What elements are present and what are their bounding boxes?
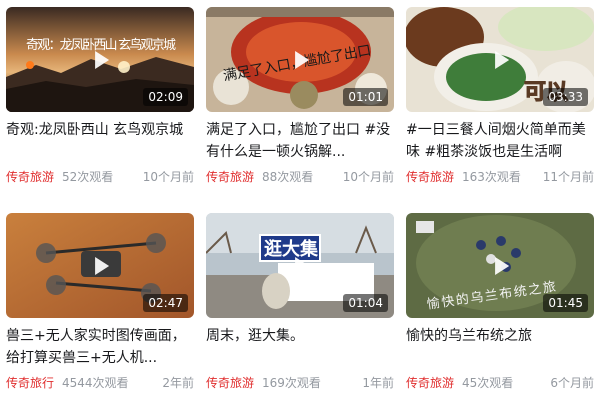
video-meta: 传奇旅游 169次观看 1年前: [206, 372, 394, 394]
view-count: 52次观看: [62, 170, 114, 184]
thumbnail-caption: 逛大集: [264, 238, 319, 260]
channel-name[interactable]: 传奇旅游: [206, 166, 254, 188]
video-duration: 01:45: [543, 294, 588, 312]
video-card[interactable]: 02:47 兽三+无人家实时图传画面，给打算买兽三+无人机... 传奇旅行 45…: [6, 213, 194, 394]
video-meta: 传奇旅游 45次观看 6个月前: [406, 372, 594, 394]
video-thumbnail[interactable]: 可以 03:33: [406, 7, 594, 112]
video-thumbnail[interactable]: 逛大集 01:04: [206, 213, 394, 318]
video-meta: 传奇旅游 52次观看 10个月前: [6, 166, 194, 188]
video-title[interactable]: 兽三+无人家实时图传画面，给打算买兽三+无人机...: [6, 325, 194, 369]
channel-name[interactable]: 传奇旅游: [406, 166, 454, 188]
video-title[interactable]: 满足了入口，尴尬了出口 #没有什么是一顿火锅解...: [206, 119, 394, 163]
play-icon: [95, 50, 110, 69]
upload-age: 10个月前: [342, 170, 394, 184]
upload-age: 11个月前: [542, 170, 594, 184]
video-card[interactable]: 奇观：龙凤卧西山 玄鸟观京城 02:09 奇观:龙凤卧西山 玄鸟观京城 传奇旅游…: [6, 7, 194, 188]
video-duration: 02:09: [143, 88, 188, 106]
play-icon: [295, 256, 310, 275]
video-card[interactable]: 可以 03:33 #一日三餐人间烟火简单而美味 #粗茶淡饭也是生活啊 传奇旅游 …: [406, 7, 594, 188]
view-count: 169次观看: [262, 376, 321, 390]
channel-name[interactable]: 传奇旅游: [206, 372, 254, 394]
channel-name[interactable]: 传奇旅游: [6, 166, 54, 188]
video-thumbnail[interactable]: 奇观：龙凤卧西山 玄鸟观京城 02:09: [6, 7, 194, 112]
channel-name[interactable]: 传奇旅游: [406, 372, 454, 394]
upload-age: 10个月前: [142, 170, 194, 184]
view-count: 45次观看: [462, 376, 514, 390]
video-title[interactable]: 奇观:龙凤卧西山 玄鸟观京城: [6, 119, 194, 163]
video-duration: 01:01: [343, 88, 388, 106]
video-card[interactable]: 满足了入口，尴尬了出口 01:01 满足了入口，尴尬了出口 #没有什么是一顿火锅…: [206, 7, 394, 188]
upload-age: 1年前: [362, 376, 394, 390]
video-meta: 传奇旅游 88次观看 10个月前: [206, 166, 394, 188]
video-duration: 03:33: [543, 88, 588, 106]
video-meta: 传奇旅游 163次观看 11个月前: [406, 166, 594, 188]
view-count: 4544次观看: [62, 376, 129, 390]
play-icon: [295, 50, 310, 69]
play-icon: [495, 256, 510, 275]
video-title[interactable]: 愉快的乌兰布统之旅: [406, 325, 594, 369]
video-title[interactable]: 周末，逛大集。: [206, 325, 394, 369]
video-thumbnail[interactable]: 02:47: [6, 213, 194, 318]
channel-name[interactable]: 传奇旅行: [6, 372, 54, 394]
video-thumbnail[interactable]: 愉快的乌兰布统之旅 01:45: [406, 213, 594, 318]
play-icon: [95, 256, 110, 275]
upload-age: 6个月前: [550, 376, 594, 390]
video-duration: 01:04: [343, 294, 388, 312]
video-card[interactable]: 愉快的乌兰布统之旅 01:45 愉快的乌兰布统之旅 传奇旅游 45次观看 6个月…: [406, 213, 594, 394]
play-icon: [495, 50, 510, 69]
video-meta: 传奇旅行 4544次观看 2年前: [6, 372, 194, 394]
upload-age: 2年前: [162, 376, 194, 390]
video-grid: 奇观：龙凤卧西山 玄鸟观京城 02:09 奇观:龙凤卧西山 玄鸟观京城 传奇旅游…: [0, 0, 600, 406]
video-card[interactable]: 逛大集 01:04 周末，逛大集。 传奇旅游 169次观看 1年前: [206, 213, 394, 394]
view-count: 88次观看: [262, 170, 314, 184]
video-thumbnail[interactable]: 满足了入口，尴尬了出口 01:01: [206, 7, 394, 112]
view-count: 163次观看: [462, 170, 521, 184]
video-title[interactable]: #一日三餐人间烟火简单而美味 #粗茶淡饭也是生活啊: [406, 119, 594, 163]
video-duration: 02:47: [143, 294, 188, 312]
